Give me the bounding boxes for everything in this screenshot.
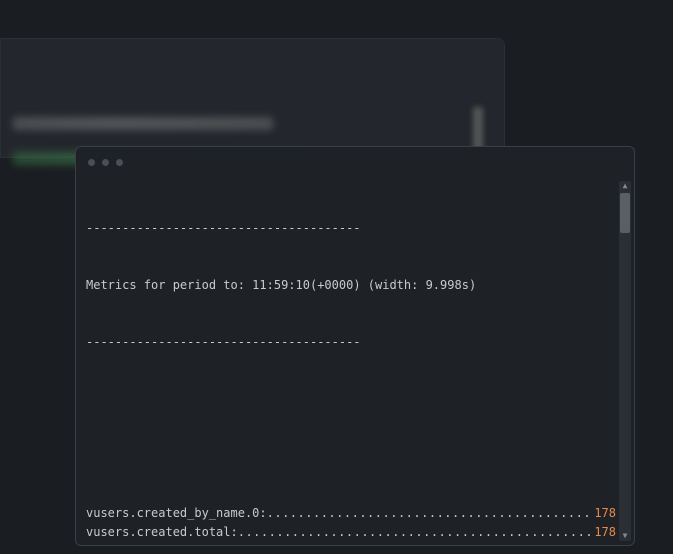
scroll-up-arrow[interactable]: ▲ — [620, 181, 630, 191]
metric-value: 178 — [590, 504, 616, 523]
metric-label: http.request_rate: — [86, 542, 216, 546]
metric-row: http.request_rate: .....................… — [86, 542, 616, 546]
separator-bottom: -------------------------------------- — [86, 333, 616, 352]
terminal-titlebar — [76, 147, 634, 177]
terminal-body: -------------------------------------- M… — [76, 177, 634, 545]
blurred-text-line-1 — [13, 117, 273, 130]
metric-dots: ........................................… — [267, 504, 591, 523]
terminal-output: -------------------------------------- M… — [86, 181, 616, 546]
window-control-maximize[interactable] — [116, 159, 123, 166]
metric-dots: ........................................… — [216, 542, 554, 546]
scrollbar-track[interactable]: ▲ ▼ — [619, 181, 631, 541]
metric-label: vusers.created_by_name.0: — [86, 504, 267, 523]
metric-value: 178 — [590, 523, 616, 542]
metrics-header: Metrics for period to: 11:59:10(+0000) (… — [86, 276, 616, 295]
background-panel — [0, 38, 505, 158]
metric-row: vusers.created.total: ..................… — [86, 523, 616, 542]
metric-row: vusers.created_by_name.0: ..............… — [86, 504, 616, 523]
scroll-down-arrow[interactable]: ▼ — [620, 531, 630, 541]
metric-value: 4725/sec — [554, 542, 616, 546]
terminal-window: -------------------------------------- M… — [75, 146, 635, 546]
separator-top: -------------------------------------- — [86, 219, 616, 238]
window-control-minimize[interactable] — [102, 159, 109, 166]
metric-dots: ........................................… — [238, 523, 591, 542]
scrollbar-thumb[interactable] — [620, 193, 630, 233]
blank-line — [86, 447, 616, 466]
metric-label: vusers.created.total: — [86, 523, 238, 542]
window-control-close[interactable] — [88, 159, 95, 166]
blank-line — [86, 390, 616, 409]
